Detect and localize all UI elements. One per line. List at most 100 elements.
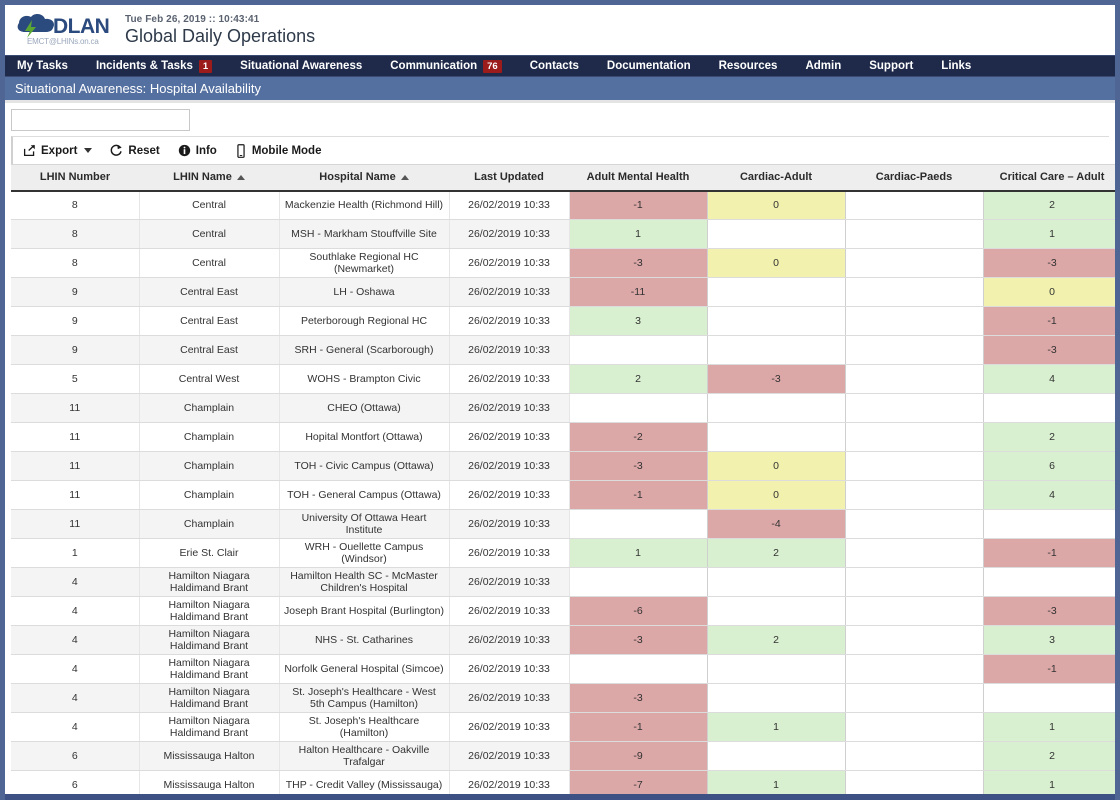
nav-item-admin[interactable]: Admin: [791, 55, 855, 77]
table-row[interactable]: 11 Champlain TOH - Civic Campus (Ottawa) 26…: [11, 451, 1115, 481]
cell-cardiac-adult: 2: [706, 538, 846, 568]
cell-critical-care-adult: -1: [982, 306, 1115, 336]
column-header-label: Critical Care – Adult: [999, 171, 1105, 184]
cell-cardiac-paeds: [844, 509, 984, 539]
cell-critical-care-adult: -1: [982, 654, 1115, 684]
export-button[interactable]: Export: [23, 144, 93, 157]
cell-cardiac-adult: 2: [706, 625, 846, 655]
nav-item-incidents-tasks[interactable]: Incidents & Tasks 1: [82, 55, 226, 77]
cell-adult-mental-health: -3: [568, 248, 708, 278]
cell-hospital-name: SRH - General (Scarborough): [279, 335, 450, 365]
cell-critical-care-adult: 2: [982, 741, 1115, 771]
table-row[interactable]: 5 Central West WOHS - Brampton Civic 26/02/…: [11, 364, 1115, 394]
table-filter-input[interactable]: [11, 109, 190, 131]
nav-item-links[interactable]: Links: [927, 55, 985, 77]
table-row[interactable]: 9 Central East SRH - General (Scarborough)…: [11, 335, 1115, 365]
table-row[interactable]: 8 Central Southlake Regional HC (Newmarket…: [11, 248, 1115, 278]
cell-cardiac-paeds: [844, 219, 984, 249]
column-header-label: Cardiac-Paeds: [875, 171, 953, 184]
column-header-cardiac-adult[interactable]: Cardiac-Adult: [707, 164, 845, 192]
table-row[interactable]: 1 Erie St. Clair WRH - Ouellette Campus (W…: [11, 538, 1115, 568]
nav-item-my-tasks[interactable]: My Tasks: [13, 55, 82, 77]
table-body: 8 Central Mackenzie Health (Richmond Hill)…: [11, 190, 1115, 800]
column-header-adult-mental-health[interactable]: Adult Mental Health: [569, 164, 707, 192]
cell-adult-mental-health: 2: [568, 364, 708, 394]
column-header-last-updated[interactable]: Last Updated: [449, 164, 569, 192]
cell-critical-care-adult: [982, 567, 1115, 597]
cell-lhin-number: 8: [11, 219, 140, 249]
cell-critical-care-adult: 0: [982, 277, 1115, 307]
column-header-label: Last Updated: [474, 171, 544, 184]
cell-cardiac-paeds: [844, 683, 984, 713]
cell-adult-mental-health: -1: [568, 190, 708, 220]
nav-item-communication[interactable]: Communication 76: [376, 55, 515, 77]
table-row[interactable]: 4 Hamilton Niagara Haldimand Brant Joseph …: [11, 596, 1115, 626]
brand-logo[interactable]: DLAN EMCT@LHINs.on.ca: [13, 8, 117, 52]
column-header-cardiac-paeds[interactable]: Cardiac-Paeds: [845, 164, 983, 192]
cell-cardiac-paeds: [844, 654, 984, 684]
cell-adult-mental-health: 1: [568, 538, 708, 568]
table-row[interactable]: 4 Hamilton Niagara Haldimand Brant NHS - S…: [11, 625, 1115, 655]
cell-cardiac-adult: [706, 219, 846, 249]
info-label: Info: [195, 144, 217, 157]
nav-item-label: Support: [869, 60, 914, 72]
column-header-lhin-number[interactable]: LHIN Number: [11, 164, 139, 192]
column-header-label: LHIN Number: [39, 171, 111, 184]
cell-lhin-number: 11: [11, 451, 140, 481]
cell-adult-mental-health: [568, 509, 708, 539]
cell-last-updated: 26/02/2019 10:33: [449, 538, 570, 568]
table-row[interactable]: 11 Champlain CHEO (Ottawa) 26/02/2019 10:33: [11, 393, 1115, 423]
table-row[interactable]: 4 Hamilton Niagara Haldimand Brant Norfolk…: [11, 654, 1115, 684]
cell-lhin-number: 5: [11, 364, 140, 394]
column-header-hospital-name[interactable]: Hospital Name: [279, 164, 449, 192]
cell-lhin-number: 9: [11, 335, 140, 365]
nav-item-resources[interactable]: Resources: [705, 55, 792, 77]
reset-button[interactable]: Reset: [110, 144, 160, 157]
nav-item-label: Contacts: [529, 60, 579, 72]
cell-cardiac-adult: [706, 335, 846, 365]
cell-cardiac-adult: 0: [706, 451, 846, 481]
nav-item-documentation[interactable]: Documentation: [593, 55, 705, 77]
cell-critical-care-adult: 2: [982, 422, 1115, 452]
nav-item-contacts[interactable]: Contacts: [516, 55, 593, 77]
cell-cardiac-paeds: [844, 335, 984, 365]
cell-adult-mental-health: -1: [568, 712, 708, 742]
cell-lhin-name: Champlain: [139, 480, 280, 510]
column-header-lhin-name[interactable]: LHIN Name: [139, 164, 279, 192]
info-button[interactable]: Info: [178, 144, 217, 157]
nav-item-label: Incidents & Tasks: [95, 60, 193, 72]
reset-label: Reset: [128, 144, 160, 157]
cell-last-updated: 26/02/2019 10:33: [449, 625, 570, 655]
table-row[interactable]: 8 Central Mackenzie Health (Richmond Hill)…: [11, 190, 1115, 220]
cell-cardiac-adult: 0: [706, 190, 846, 220]
cell-adult-mental-health: -6: [568, 596, 708, 626]
cell-critical-care-adult: 2: [982, 190, 1115, 220]
table-row[interactable]: 9 Central East Peterborough Regional HC 26/…: [11, 306, 1115, 336]
table-row[interactable]: 11 Champlain Hopital Montfort (Ottawa) 26/0…: [11, 422, 1115, 452]
cell-lhin-name: Central East: [139, 335, 280, 365]
nav-item-support[interactable]: Support: [855, 55, 927, 77]
table-row[interactable]: 4 Hamilton Niagara Haldimand Brant St. Jos…: [11, 683, 1115, 713]
cell-hospital-name: TOH - General Campus (Ottawa): [279, 480, 450, 510]
table-row[interactable]: 4 Hamilton Niagara Haldimand Brant St. Jos…: [11, 712, 1115, 742]
mobile-mode-button[interactable]: Mobile Mode: [235, 143, 321, 158]
table-row[interactable]: 6 Mississauga Halton Halton Healthcare - O…: [11, 741, 1115, 771]
cell-cardiac-paeds: [844, 596, 984, 626]
cell-cardiac-adult: -3: [706, 364, 846, 394]
cell-adult-mental-health: -3: [568, 625, 708, 655]
main-navigation: My Tasks Incidents & Tasks 1 Situational Aw…: [5, 55, 1115, 77]
nav-item-label: Documentation: [606, 60, 691, 72]
cell-lhin-number: 9: [11, 277, 140, 307]
table-row[interactable]: 8 Central MSH - Markham Stouffville Site 26…: [11, 219, 1115, 249]
table-row[interactable]: 9 Central East LH - Oshawa 26/02/2019 10:33…: [11, 277, 1115, 307]
cell-lhin-name: Central: [139, 219, 280, 249]
cell-adult-mental-health: [568, 335, 708, 365]
cell-hospital-name: Halton Healthcare - Oakville Trafalgar: [279, 741, 450, 771]
table-row[interactable]: 11 Champlain TOH - General Campus (Ottawa)…: [11, 480, 1115, 510]
cell-last-updated: 26/02/2019 10:33: [449, 712, 570, 742]
nav-item-situational-awareness[interactable]: Situational Awareness: [226, 55, 376, 77]
table-row[interactable]: 4 Hamilton Niagara Haldimand Brant Hamilto…: [11, 567, 1115, 597]
table-row[interactable]: 11 Champlain University Of Ottawa Heart In…: [11, 509, 1115, 539]
column-header-critical-care-adult[interactable]: Critical Care – Adult: [983, 164, 1115, 192]
page-title: Global Daily Operations: [125, 25, 316, 46]
